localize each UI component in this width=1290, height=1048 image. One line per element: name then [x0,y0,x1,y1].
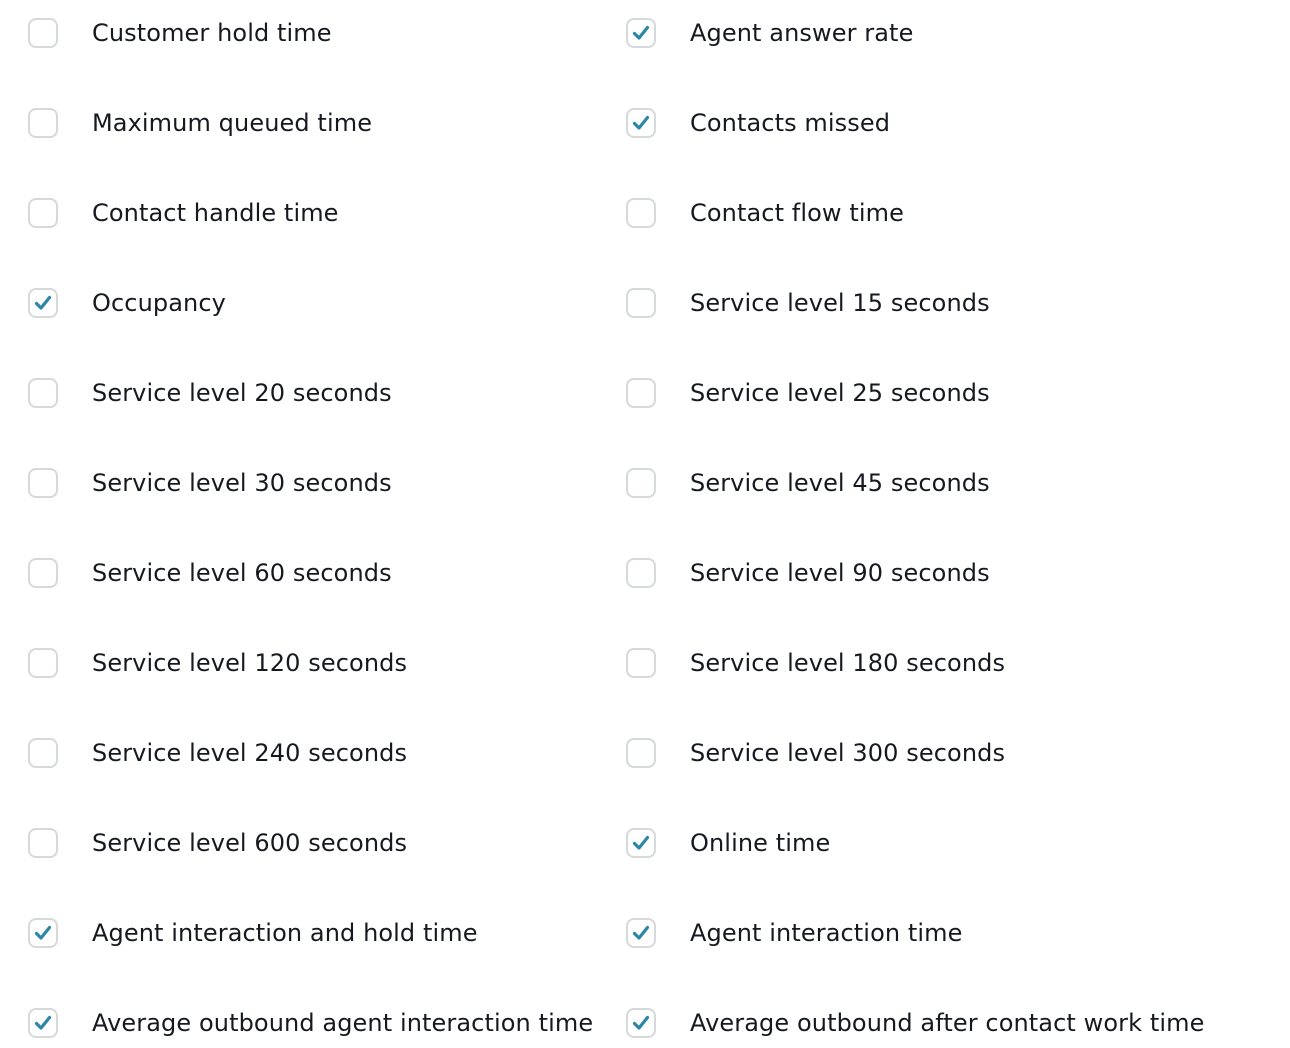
checkbox[interactable] [28,918,58,948]
metric-option-average-outbound-agent-interaction-time[interactable]: Average outbound agent interaction time [28,1006,593,1040]
checkbox[interactable] [626,738,656,768]
checkbox[interactable] [28,1008,58,1038]
metric-label: Occupancy [92,289,226,317]
checkbox[interactable] [28,468,58,498]
checkbox[interactable] [28,18,58,48]
metric-option-service-level-25-seconds[interactable]: Service level 25 seconds [626,376,990,410]
checkbox[interactable] [28,198,58,228]
checkbox[interactable] [626,1008,656,1038]
checkmark-icon [632,835,650,850]
metric-option-customer-hold-time[interactable]: Customer hold time [28,16,332,50]
checkbox[interactable] [28,828,58,858]
metric-label: Service level 120 seconds [92,649,408,677]
metric-label: Service level 180 seconds [690,649,1006,677]
checkbox[interactable] [28,378,58,408]
metric-label: Maximum queued time [92,109,373,137]
checkmark-icon [34,1015,52,1030]
metric-label: Service level 30 seconds [92,469,392,497]
checkmark-icon [34,925,52,940]
checkbox[interactable] [28,558,58,588]
checkmark-icon [632,115,650,130]
metric-option-service-level-60-seconds[interactable]: Service level 60 seconds [28,556,392,590]
checkbox[interactable] [28,648,58,678]
metric-option-contact-handle-time[interactable]: Contact handle time [28,196,339,230]
checkbox[interactable] [626,378,656,408]
checkmark-icon [632,1015,650,1030]
checkbox[interactable] [626,18,656,48]
checkbox[interactable] [626,828,656,858]
metric-label: Contact handle time [92,199,339,227]
checkbox[interactable] [626,108,656,138]
metric-label: Customer hold time [92,19,332,47]
metric-label: Agent interaction and hold time [92,919,478,947]
metric-option-service-level-180-seconds[interactable]: Service level 180 seconds [626,646,1005,680]
metric-label: Agent answer rate [690,19,914,47]
checkbox[interactable] [28,108,58,138]
metric-label: Average outbound after contact work time [690,1009,1205,1037]
checkbox[interactable] [28,738,58,768]
metric-label: Online time [690,829,831,857]
metric-option-maximum-queued-time[interactable]: Maximum queued time [28,106,372,140]
metric-option-online-time[interactable]: Online time [626,826,830,860]
metric-label: Service level 45 seconds [690,469,990,497]
metric-label: Service level 90 seconds [690,559,990,587]
metric-label: Contact flow time [690,199,904,227]
metric-option-contacts-missed[interactable]: Contacts missed [626,106,890,140]
metric-label: Average outbound agent interaction time [92,1009,594,1037]
metric-label: Service level 60 seconds [92,559,392,587]
metric-option-contact-flow-time[interactable]: Contact flow time [626,196,904,230]
checkbox[interactable] [626,468,656,498]
metric-option-agent-answer-rate[interactable]: Agent answer rate [626,16,913,50]
metric-option-service-level-90-seconds[interactable]: Service level 90 seconds [626,556,990,590]
metric-option-service-level-120-seconds[interactable]: Service level 120 seconds [28,646,407,680]
metric-option-service-level-300-seconds[interactable]: Service level 300 seconds [626,736,1005,770]
checkbox[interactable] [626,198,656,228]
checkbox[interactable] [28,288,58,318]
checkbox[interactable] [626,288,656,318]
checkbox[interactable] [626,648,656,678]
checkmark-icon [632,925,650,940]
metric-option-agent-interaction-time[interactable]: Agent interaction time [626,916,963,950]
metric-option-service-level-30-seconds[interactable]: Service level 30 seconds [28,466,392,500]
metric-option-service-level-600-seconds[interactable]: Service level 600 seconds [28,826,407,860]
metric-option-occupancy[interactable]: Occupancy [28,286,226,320]
metric-option-agent-interaction-and-hold-time[interactable]: Agent interaction and hold time [28,916,478,950]
metrics-checkbox-grid: Customer hold time Maximum queued time Con… [0,0,1290,1048]
metric-label: Agent interaction time [690,919,963,947]
metric-option-service-level-45-seconds[interactable]: Service level 45 seconds [626,466,990,500]
metric-option-service-level-20-seconds[interactable]: Service level 20 seconds [28,376,392,410]
checkmark-icon [632,25,650,40]
metric-label: Service level 300 seconds [690,739,1006,767]
metric-option-service-level-15-seconds[interactable]: Service level 15 seconds [626,286,990,320]
metric-option-service-level-240-seconds[interactable]: Service level 240 seconds [28,736,407,770]
metric-label: Service level 600 seconds [92,829,408,857]
metric-label: Contacts missed [690,109,891,137]
metric-option-average-outbound-after-contact-work-time[interactable]: Average outbound after contact work time [626,1006,1204,1040]
checkmark-icon [34,295,52,310]
checkbox[interactable] [626,918,656,948]
metric-label: Service level 20 seconds [92,379,392,407]
metric-label: Service level 25 seconds [690,379,990,407]
checkbox[interactable] [626,558,656,588]
metric-label: Service level 240 seconds [92,739,408,767]
metric-label: Service level 15 seconds [690,289,990,317]
